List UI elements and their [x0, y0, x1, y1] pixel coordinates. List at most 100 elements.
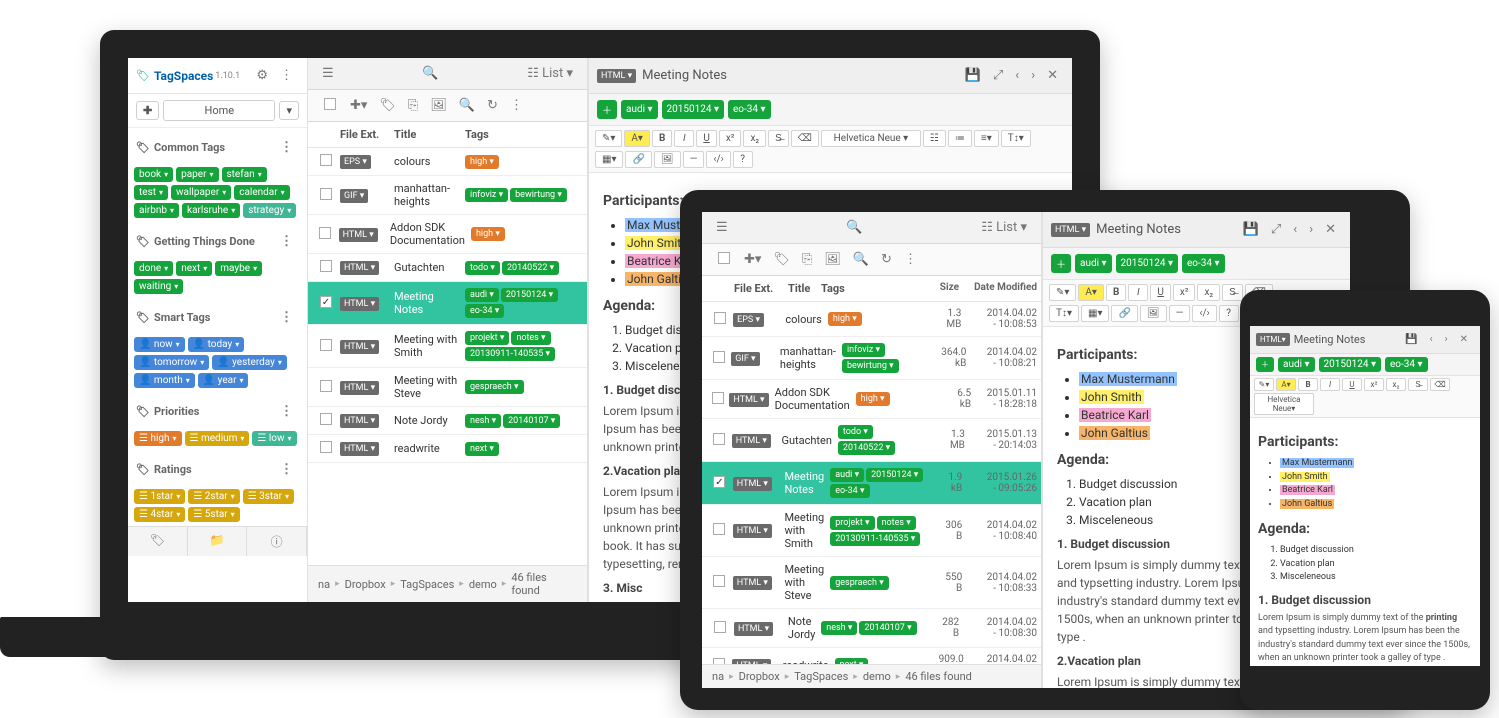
- file-tag[interactable]: 20150124 ▾: [866, 468, 923, 482]
- row-checkbox[interactable]: [712, 392, 724, 404]
- tag-2star[interactable]: ☰ 2star▾: [188, 489, 239, 504]
- row-checkbox[interactable]: [320, 339, 332, 351]
- breadcrumb-item[interactable]: na: [318, 578, 330, 591]
- tag-tomorrow[interactable]: 👤 tomorrow▾: [134, 355, 209, 370]
- home-button[interactable]: Home: [163, 100, 275, 121]
- file-tag[interactable]: infoviz ▾: [842, 343, 885, 357]
- section-menu-icon[interactable]: ⋮: [274, 400, 299, 423]
- tag-waiting[interactable]: waiting▾: [134, 279, 183, 294]
- menu-vert-icon[interactable]: ⋮: [274, 64, 299, 87]
- doc-type-badge[interactable]: HTML ▾: [597, 69, 636, 83]
- ext-badge[interactable]: HTML ▾: [733, 477, 772, 491]
- home-dropdown[interactable]: ▾: [279, 101, 299, 120]
- row-checkbox[interactable]: [320, 296, 332, 308]
- align-button[interactable]: ≡▾: [974, 130, 999, 147]
- tag-test[interactable]: test▾: [134, 185, 168, 200]
- ext-badge[interactable]: HTML ▾: [733, 576, 772, 590]
- expand-icon[interactable]: ⤢: [987, 64, 1009, 87]
- file-tag[interactable]: projekt ▾: [830, 516, 874, 530]
- file-row[interactable]: HTML ▾Meeting with Stevegespraech ▾550B2…: [702, 557, 1041, 609]
- file-row[interactable]: HTML ▾Addon SDK Documentationhigh ▾: [308, 215, 587, 254]
- expand-icon[interactable]: ⤢: [1265, 218, 1287, 241]
- underline-button[interactable]: U: [696, 130, 716, 147]
- image-icon[interactable]: 🖼: [818, 248, 847, 271]
- doc-tag[interactable]: 20150124 ▾: [662, 100, 724, 119]
- tag-now[interactable]: 👤 now▾: [134, 337, 185, 352]
- file-row[interactable]: HTML ▾readwritenext ▾: [308, 435, 587, 463]
- tag-low[interactable]: ☰ low▾: [252, 431, 296, 446]
- file-row[interactable]: HTML ▾Note Jordynesh ▾20140107 ▾282B2014…: [702, 609, 1041, 648]
- tag-today[interactable]: 👤 today▾: [188, 337, 245, 352]
- tag-done[interactable]: done▾: [134, 261, 173, 276]
- file-tag[interactable]: 20130911-140535 ▾: [830, 532, 920, 546]
- link-button[interactable]: 🔗: [625, 151, 651, 168]
- file-tag[interactable]: 20150124 ▾: [501, 288, 558, 302]
- file-row[interactable]: HTML ▾Meeting with Stevegespraech ▾: [308, 368, 587, 407]
- file-row[interactable]: HTML ▾Gutachtentodo ▾20140522 ▾: [308, 254, 587, 282]
- row-checkbox[interactable]: [713, 575, 725, 587]
- tag-calendar[interactable]: calendar▾: [234, 185, 289, 200]
- file-tag[interactable]: 20140107 ▾: [859, 621, 916, 635]
- file-tag[interactable]: 20140522 ▾: [838, 441, 895, 455]
- search-icon[interactable]: 🔍: [416, 62, 444, 85]
- section-menu-icon[interactable]: ⋮: [274, 458, 299, 481]
- tag-next[interactable]: next▾: [176, 261, 212, 276]
- refresh-icon[interactable]: ↻: [481, 94, 504, 117]
- col-header-tags[interactable]: Tags: [465, 128, 583, 141]
- copy-icon[interactable]: ⎘: [796, 248, 818, 271]
- file-tag[interactable]: todo ▾: [465, 261, 500, 275]
- row-checkbox[interactable]: [713, 351, 725, 363]
- tag-4star[interactable]: ☰ 4star▾: [134, 507, 185, 522]
- col-header-ext[interactable]: File Ext.: [340, 128, 394, 141]
- tag-3star[interactable]: ☰ 3star▾: [243, 489, 294, 504]
- file-row[interactable]: GIF ▾manhattan-heightsinfoviz ▾bewirtung…: [702, 337, 1041, 380]
- tag-icon[interactable]: 🏷: [767, 248, 796, 271]
- breadcrumb-item[interactable]: demo: [863, 670, 891, 683]
- tag-book[interactable]: book▾: [134, 167, 173, 182]
- doc-tag[interactable]: audi ▾: [1075, 254, 1112, 273]
- file-tag[interactable]: infoviz ▾: [465, 188, 508, 202]
- search-icon[interactable]: 🔍: [840, 216, 868, 239]
- select-all-checkbox[interactable]: [718, 252, 730, 264]
- close-icon[interactable]: ✕: [1454, 330, 1474, 349]
- font-select[interactable]: Helvetica Neue ▾: [821, 130, 921, 147]
- tag-1star[interactable]: ☰ 1star▾: [134, 489, 185, 504]
- hr-button[interactable]: —: [683, 151, 705, 168]
- row-checkbox[interactable]: [320, 441, 332, 453]
- save-icon[interactable]: 💾: [1237, 218, 1265, 241]
- doc-tag[interactable]: eo-34 ▾: [728, 100, 771, 119]
- highlight-color-button[interactable]: A▾: [624, 130, 650, 147]
- tag-icon[interactable]: 🏷: [373, 94, 402, 117]
- doc-tag[interactable]: 20150124 ▾: [1319, 357, 1381, 372]
- file-row[interactable]: HTML ▾Meeting with Smithprojekt ▾notes ▾…: [702, 505, 1041, 557]
- file-tag[interactable]: gespraech ▾: [465, 380, 524, 394]
- tag-stefan[interactable]: stefan▾: [222, 167, 267, 182]
- next-icon[interactable]: ›: [1439, 330, 1454, 349]
- row-checkbox[interactable]: [320, 154, 332, 166]
- row-checkbox[interactable]: [320, 260, 332, 272]
- ext-badge[interactable]: GIF ▾: [731, 352, 759, 366]
- select-all-checkbox[interactable]: [324, 98, 336, 110]
- tag-maybe[interactable]: maybe▾: [215, 261, 262, 276]
- tab-info-icon[interactable]: ⓘ: [247, 527, 307, 556]
- prev-icon[interactable]: ‹: [1424, 330, 1439, 349]
- row-checkbox[interactable]: [713, 476, 725, 488]
- image-icon[interactable]: 🖼: [424, 94, 453, 117]
- next-icon[interactable]: ›: [1025, 64, 1041, 87]
- ext-badge[interactable]: HTML ▾: [339, 228, 378, 242]
- zoom-icon[interactable]: 🔍: [847, 248, 875, 271]
- doc-tag[interactable]: audi ▾: [621, 100, 658, 119]
- add-tag-button[interactable]: ＋: [1051, 254, 1071, 273]
- file-tag[interactable]: bewirtung ▾: [842, 359, 899, 373]
- tab-folder-icon[interactable]: 📁: [188, 527, 248, 556]
- prev-icon[interactable]: ‹: [1009, 64, 1025, 87]
- file-row[interactable]: HTML ▾Meeting Notesaudi ▾20150124 ▾eo-34…: [308, 282, 587, 325]
- file-tag[interactable]: high ▾: [828, 312, 862, 326]
- strike-button[interactable]: S̶: [768, 130, 789, 147]
- col-header-title[interactable]: Title: [394, 128, 465, 141]
- save-icon[interactable]: 💾: [959, 64, 987, 87]
- breadcrumb-item[interactable]: Dropbox: [345, 578, 386, 591]
- file-tag[interactable]: 20140107 ▾: [503, 414, 560, 428]
- ext-badge[interactable]: HTML ▾: [340, 414, 379, 428]
- tab-tags-icon[interactable]: 🏷: [128, 527, 188, 556]
